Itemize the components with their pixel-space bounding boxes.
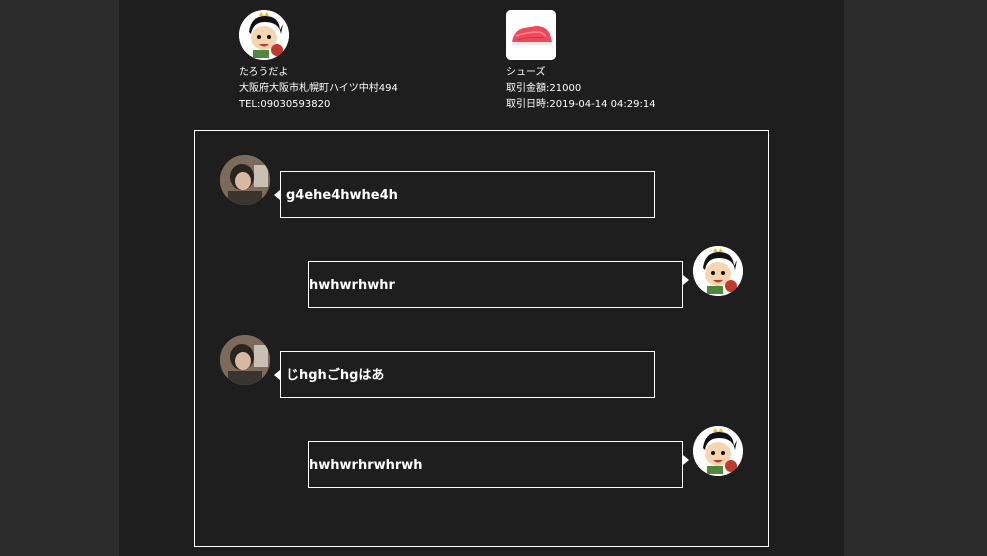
seller-avatar-icon[interactable] xyxy=(239,10,289,60)
bubble-tail xyxy=(683,455,689,465)
photo-avatar-icon[interactable] xyxy=(220,335,270,385)
message-bubble-1: g4ehe4hwhe4h xyxy=(280,171,655,218)
product-image-icon[interactable] xyxy=(506,10,556,60)
message-bubble-3: じhghごhgはあ xyxy=(280,351,655,398)
product-info: シューズ 取引金額:21000 取引日時:2019-04-14 04:29:14 xyxy=(506,65,656,113)
message-bubble-2: hwhwrhwhr xyxy=(308,261,683,308)
message-bubble-4: hwhwrhrwhrwh xyxy=(308,441,683,488)
cartoon-boy-avatar-icon[interactable] xyxy=(693,246,743,296)
cartoon-boy-avatar-icon[interactable] xyxy=(693,426,743,476)
product-name: シューズ xyxy=(506,67,546,78)
seller-name: たろうだよ xyxy=(239,67,289,78)
product-price: 取引金額:21000 xyxy=(506,83,582,94)
seller-address: 大阪府大阪市札幌町ハイツ中村494 xyxy=(239,83,398,94)
right-margin xyxy=(844,0,987,556)
product-datetime: 取引日時:2019-04-14 04:29:14 xyxy=(506,99,656,110)
bubble-tail xyxy=(683,275,689,285)
photo-avatar-icon[interactable] xyxy=(220,155,270,205)
left-margin xyxy=(0,0,119,556)
seller-info: たろうだよ 大阪府大阪市札幌町ハイツ中村494 TEL:09030593820 xyxy=(239,65,398,113)
page: たろうだよ 大阪府大阪市札幌町ハイツ中村494 TEL:09030593820 … xyxy=(0,0,987,556)
seller-tel: TEL:09030593820 xyxy=(239,99,331,110)
